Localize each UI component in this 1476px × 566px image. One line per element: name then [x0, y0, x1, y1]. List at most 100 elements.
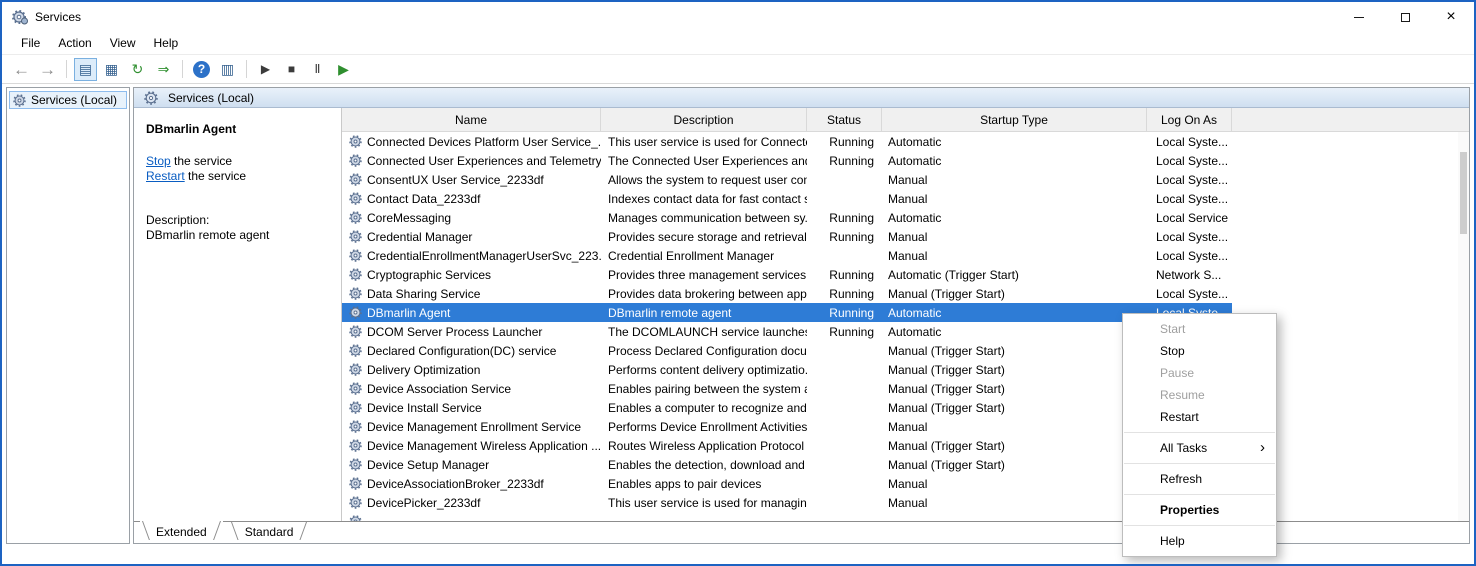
cell-description: The DCOMLAUNCH service launches ... [608, 324, 807, 339]
cell-name: Connected Devices Platform User Service_… [342, 135, 601, 149]
tree-item-label: Services (Local) [31, 93, 118, 107]
table-row[interactable]: Delivery Optimization Performs content d… [342, 360, 1232, 379]
service-gear-icon [349, 344, 362, 357]
context-menu-all-tasks[interactable]: All Tasks › [1123, 437, 1276, 459]
scrollbar-thumb[interactable] [1460, 152, 1467, 234]
table-row[interactable]: Cryptographic Services Provides three ma… [342, 265, 1232, 284]
service-gear-icon [349, 306, 362, 319]
menu-help[interactable]: Help [145, 34, 188, 52]
column-header-description[interactable]: Description [601, 108, 807, 131]
service-gear-icon [349, 363, 362, 376]
cell-description: Manages communication between sy... [608, 210, 807, 225]
tree-item-services-local[interactable]: Services (Local) [9, 91, 127, 109]
close-button[interactable]: × [1428, 2, 1474, 32]
cell-status: Running [829, 324, 874, 339]
pause-service-icon[interactable]: Ⅱ [306, 58, 329, 81]
refresh-icon[interactable]: ↻ [126, 58, 149, 81]
cell-description: Enables pairing between the system a... [608, 381, 807, 396]
menu-item-label: Stop [1160, 344, 1185, 358]
stop-service-link[interactable]: Stop [146, 154, 171, 168]
tab-extended[interactable]: Extended [140, 521, 223, 543]
restart-service-line: Restart the service [146, 169, 331, 184]
table-row[interactable]: Contact Data_2233df Indexes contact data… [342, 189, 1232, 208]
table-row[interactable]: Device Management Enrollment Service Per… [342, 417, 1232, 436]
table-row[interactable]: Declared Configuration(DC) service Proce… [342, 341, 1232, 360]
menu-separator [1124, 463, 1275, 464]
service-gear-icon [349, 230, 362, 243]
table-row[interactable]: Connected Devices Platform User Service_… [342, 132, 1232, 151]
context-menu-properties[interactable]: Properties [1123, 499, 1276, 521]
table-row[interactable]: Connected User Experiences and Telemetry… [342, 151, 1232, 170]
cell-status: Running [829, 286, 874, 301]
panel-header: Services (Local) [134, 88, 1469, 108]
cell-description: Provides three management services: ... [608, 267, 807, 282]
table-row[interactable]: DBmarlin Agent DBmarlin remote agent Run… [342, 303, 1232, 322]
toolbar-separator [182, 60, 183, 78]
submenu-arrow-icon: › [1260, 439, 1265, 456]
cell-startup-type: Manual [888, 419, 928, 434]
cell-description: This user service is used for Connecte..… [608, 134, 807, 149]
tab-standard[interactable]: Standard [229, 522, 310, 543]
cell-description: Indexes contact data for fast contact s.… [608, 191, 807, 206]
column-header-startup-type[interactable]: Startup Type [882, 108, 1147, 131]
menu-action[interactable]: Action [49, 34, 100, 52]
menu-view[interactable]: View [101, 34, 145, 52]
cell-name: DCOM Server Process Launcher [342, 325, 601, 339]
restart-service-icon[interactable]: ▶ [332, 58, 355, 81]
properties-icon[interactable]: ▦ [100, 58, 123, 81]
table-row[interactable]: CredentialEnrollmentManagerUserSvc_223..… [342, 246, 1232, 265]
cell-name: Credential Manager [342, 230, 601, 244]
menu-item-label: Help [1160, 534, 1185, 548]
context-menu-restart[interactable]: Restart [1123, 406, 1276, 428]
table-row[interactable]: Credential Manager Provides secure stora… [342, 227, 1232, 246]
table-row[interactable]: CoreMessaging Manages communication betw… [342, 208, 1232, 227]
context-menu-stop[interactable]: Stop [1123, 340, 1276, 362]
table-row[interactable]: ConsentUX User Service_2233df Allows the… [342, 170, 1232, 189]
menu-item-label: Restart [1160, 410, 1199, 424]
service-gear-icon [349, 287, 362, 300]
show-action-pane-icon[interactable]: ▥ [216, 58, 239, 81]
cell-name: Contact Data_2233df [342, 192, 601, 206]
cell-startup-type: Automatic [888, 305, 942, 320]
detail-links: Stop the service Restart the service [146, 154, 331, 184]
cell-startup-type: Manual (Trigger Start) [888, 362, 1005, 377]
table-row[interactable]: Device Install Service Enables a compute… [342, 398, 1232, 417]
table-row[interactable]: Device Association Service Enables pairi… [342, 379, 1232, 398]
table-row[interactable]: Device Setup Manager Enables the detecti… [342, 455, 1232, 474]
stop-service-line: Stop the service [146, 154, 331, 169]
stop-service-icon[interactable]: ■ [280, 58, 303, 81]
table-row[interactable] [342, 512, 1232, 521]
context-menu-help[interactable]: Help [1123, 530, 1276, 552]
menu-item-label: Properties [1160, 503, 1220, 517]
vertical-scrollbar[interactable] [1458, 132, 1469, 521]
table-row[interactable]: Device Management Wireless Application .… [342, 436, 1232, 455]
menu-separator [1124, 432, 1275, 433]
back-icon[interactable]: ← [10, 58, 33, 81]
table-row[interactable]: DeviceAssociationBroker_2233df Enables a… [342, 474, 1232, 493]
table-row[interactable]: DevicePicker_2233df This user service is… [342, 493, 1232, 512]
show-console-tree-icon[interactable]: ▤ [74, 57, 97, 81]
table-row[interactable]: Data Sharing Service Provides data broke… [342, 284, 1232, 303]
restart-service-link[interactable]: Restart [146, 169, 185, 183]
start-service-icon[interactable]: ▶ [254, 58, 277, 81]
cell-description: DBmarlin remote agent [608, 305, 732, 320]
export-list-icon[interactable]: ⇒ [152, 58, 175, 81]
cell-name: Data Sharing Service [342, 287, 601, 301]
menu-separator [1124, 525, 1275, 526]
maximize-button[interactable] [1382, 2, 1428, 32]
link-suffix-text: the service [184, 169, 247, 183]
context-menu-refresh[interactable]: Refresh [1123, 468, 1276, 490]
cell-name: CoreMessaging [342, 211, 601, 225]
maximize-icon [1400, 12, 1410, 22]
cell-status: Running [829, 153, 874, 168]
menu-file[interactable]: File [12, 34, 49, 52]
table-row[interactable]: DCOM Server Process Launcher The DCOMLAU… [342, 322, 1232, 341]
column-header-log-on-as[interactable]: Log On As [1147, 108, 1232, 131]
help-icon[interactable]: ? [193, 60, 210, 78]
column-header-status[interactable]: Status [807, 108, 882, 131]
minimize-button[interactable] [1336, 2, 1382, 32]
column-header-name[interactable]: Name [342, 108, 601, 131]
cell-log-on-as: Local Syste... [1156, 191, 1229, 206]
forward-icon[interactable]: → [36, 58, 59, 81]
cell-name: Cryptographic Services [342, 268, 601, 282]
